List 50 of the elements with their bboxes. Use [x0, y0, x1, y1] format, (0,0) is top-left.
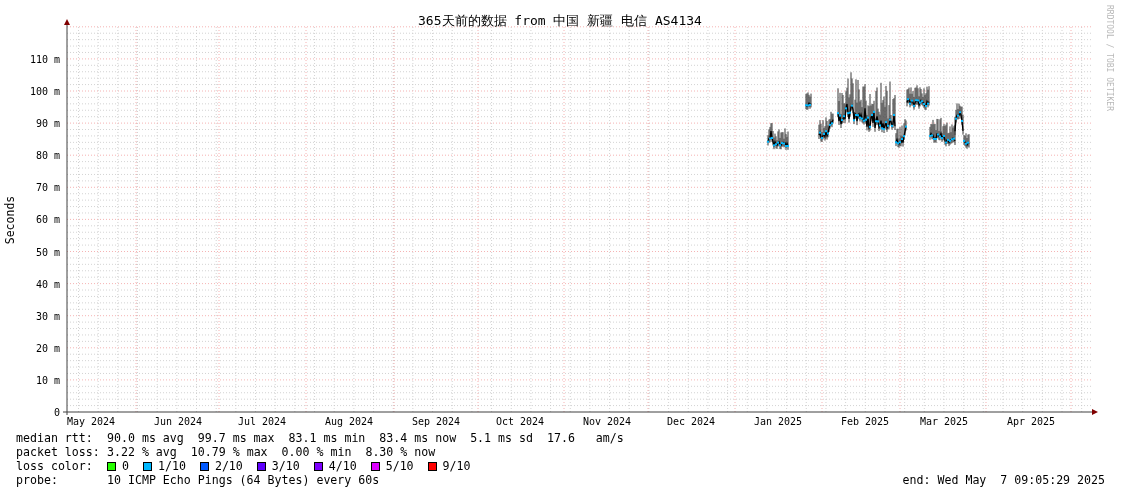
x-tick-label: Jan 2025 — [753, 416, 803, 427]
x-tick-label: May 2024 — [66, 416, 116, 427]
chart-title: 365天前的数据 from 中国 新疆 电信 AS4134 — [418, 13, 702, 28]
legend-label: median rtt: — [16, 431, 94, 445]
stat-value: 17.6 am/s — [546, 431, 624, 445]
legend-label: 9/10 — [442, 459, 471, 473]
x-tick-label: Sep 2024 — [411, 416, 461, 427]
legend-label: loss color: — [16, 459, 94, 473]
x-tick-label: Aug 2024 — [324, 416, 374, 427]
x-tick-label: Nov 2024 — [582, 416, 632, 427]
legend-label: 3/10 — [271, 459, 300, 473]
y-tick-label: 80 m — [35, 150, 60, 162]
y-tick-label: 110 m — [29, 53, 60, 65]
stat-value: 83.1 ms min — [288, 431, 366, 445]
x-tick-label: Oct 2024 — [495, 416, 545, 427]
legend-label: packet loss: — [16, 445, 101, 459]
y-tick-label: 60 m — [35, 214, 60, 226]
legend-label: probe: — [16, 473, 59, 487]
stat-value: 99.7 ms max — [197, 431, 275, 445]
legend-label: 1/10 — [158, 459, 186, 473]
stat-value: 10.79 % max — [190, 445, 268, 459]
x-tick-label: Feb 2025 — [840, 416, 890, 427]
y-tick-label: 90 m — [35, 118, 60, 130]
legend-label: 5/10 — [385, 459, 414, 473]
y-tick-label: 70 m — [35, 182, 60, 194]
y-tick-label: 40 m — [35, 278, 60, 290]
end-time-text: end: Wed May 7 09:05:29 2025 — [902, 473, 1105, 487]
y-tick-label: 100 m — [29, 86, 60, 97]
stat-value: 90.0 ms avg — [107, 431, 184, 445]
y-tick-label: 30 m — [35, 310, 60, 322]
stat-value: 3.22 % avg — [107, 445, 177, 459]
credit-text: RRDTOOL / TOBI OETIKER — [1105, 5, 1114, 111]
stat-value: 0.00 % min — [281, 445, 352, 459]
y-tick-label: 10 m — [35, 374, 60, 386]
x-tick-label: Mar 2025 — [919, 416, 969, 427]
stat-value: 8.30 % now — [365, 445, 436, 459]
stat-value: 83.4 ms now — [379, 431, 457, 445]
x-tick-label: Jun 2024 — [153, 416, 203, 427]
legend-label: 2/10 — [214, 459, 243, 473]
y-tick-label: 0 — [53, 407, 60, 418]
x-tick-label: Apr 2025 — [1006, 416, 1056, 427]
y-axis-title: Seconds — [3, 195, 17, 245]
x-tick-label: Dec 2024 — [666, 416, 716, 427]
y-tick-label: 50 m — [35, 246, 60, 258]
stat-value: 5.1 ms sd — [470, 431, 533, 445]
y-tick-label: 20 m — [35, 342, 60, 354]
legend-label: 4/10 — [328, 459, 357, 473]
probe-text: 10 ICMP Echo Pings (64 Bytes) every 60s — [107, 473, 380, 487]
legend-label: 0 — [122, 459, 129, 473]
x-tick-label: Jul 2024 — [237, 416, 287, 427]
